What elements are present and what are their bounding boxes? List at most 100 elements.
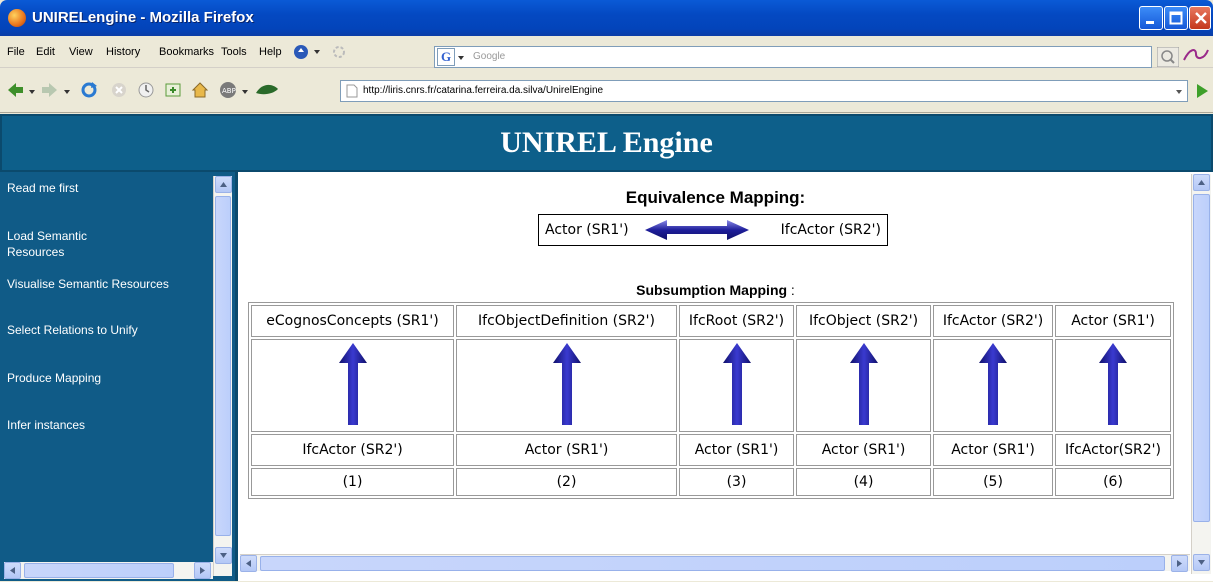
table-cell bbox=[456, 339, 677, 432]
scroll-thumb[interactable] bbox=[1193, 194, 1210, 522]
sidebar-item-visualise[interactable]: Visualise Semantic Resources bbox=[7, 276, 172, 292]
search-placeholder: Google bbox=[473, 51, 506, 62]
scroll-down-button[interactable] bbox=[215, 547, 232, 564]
scroll-left-button[interactable] bbox=[4, 562, 21, 579]
menu-help[interactable]: Help bbox=[259, 46, 282, 58]
chevron-down-icon[interactable] bbox=[313, 48, 321, 56]
table-cell: (3) bbox=[679, 468, 794, 496]
chevron-down-icon[interactable] bbox=[63, 88, 71, 96]
subsumption-title-text: Subsumption Mapping bbox=[636, 282, 788, 298]
main-content: Equivalence Mapping: Actor (SR1') IfcAct… bbox=[238, 172, 1213, 581]
firefox-icon bbox=[8, 9, 26, 27]
subsumption-title: Subsumption Mapping : bbox=[238, 282, 1193, 298]
clock-icon[interactable] bbox=[137, 81, 155, 99]
table-cell: IfcObjectDefinition (SR2') bbox=[456, 305, 677, 337]
table-cell: (4) bbox=[796, 468, 931, 496]
equivalence-left: Actor (SR1') bbox=[545, 222, 629, 238]
chevron-down-icon[interactable] bbox=[241, 88, 249, 96]
table-cell: Actor (SR1') bbox=[933, 434, 1053, 466]
menu-bookmarks[interactable]: Bookmarks bbox=[159, 46, 214, 58]
stop-icon[interactable] bbox=[110, 81, 128, 99]
svg-text:ABP: ABP bbox=[222, 87, 236, 95]
sidebar-item-select[interactable]: Select Relations to Unify bbox=[7, 322, 207, 338]
table-cell bbox=[796, 339, 931, 432]
go-icon[interactable] bbox=[1194, 82, 1210, 100]
page-title: UNIREL Engine bbox=[500, 126, 713, 159]
table-cell: Actor (SR1') bbox=[796, 434, 931, 466]
table-cell: IfcActor (SR2') bbox=[933, 305, 1053, 337]
chevron-down-icon[interactable] bbox=[1175, 88, 1183, 96]
up-arrow-shape bbox=[849, 342, 878, 425]
sidebar-item-produce[interactable]: Produce Mapping bbox=[7, 370, 207, 386]
settings-gear-icon[interactable] bbox=[332, 45, 346, 59]
sidebar: Read me first Load Semantic Resources Vi… bbox=[0, 172, 238, 581]
up-arrow-icon bbox=[979, 342, 1007, 425]
up-arrow-icon bbox=[849, 342, 878, 425]
table-cell: IfcActor (SR2') bbox=[251, 434, 454, 466]
window-title: UNIRELengine - Mozilla Firefox bbox=[32, 9, 254, 26]
scroll-thumb[interactable] bbox=[215, 196, 231, 536]
content-horizontal-scrollbar[interactable] bbox=[240, 554, 1190, 572]
sync-icon[interactable] bbox=[293, 44, 309, 60]
url-bar[interactable]: http://liris.cnrs.fr/catarina.ferreira.d… bbox=[340, 80, 1188, 102]
scroll-right-button[interactable] bbox=[194, 562, 211, 579]
chevron-down-icon[interactable] bbox=[28, 88, 36, 96]
equivalence-right: IfcActor (SR2') bbox=[780, 222, 881, 238]
menu-edit[interactable]: Edit bbox=[36, 46, 55, 58]
sidebar-item-infer[interactable]: Infer instances bbox=[7, 417, 207, 433]
up-arrow-icon bbox=[338, 342, 367, 425]
chevron-down-icon[interactable] bbox=[457, 54, 465, 62]
table-cell: Actor (SR1') bbox=[1055, 305, 1171, 337]
scroll-up-button[interactable] bbox=[215, 176, 232, 193]
leaf-icon[interactable] bbox=[254, 81, 280, 99]
scroll-left-button[interactable] bbox=[240, 555, 257, 572]
scroll-thumb[interactable] bbox=[24, 563, 174, 578]
back-icon[interactable] bbox=[6, 81, 24, 99]
table-cell: Actor (SR1') bbox=[456, 434, 677, 466]
table-row: eCognosConcepts (SR1') IfcObjectDefiniti… bbox=[251, 305, 1171, 337]
scroll-down-button[interactable] bbox=[1193, 554, 1210, 571]
table-cell: (2) bbox=[456, 468, 677, 496]
menu-file[interactable]: File bbox=[7, 46, 25, 58]
subsumption-colon: : bbox=[787, 282, 795, 298]
table-cell: IfcRoot (SR2') bbox=[679, 305, 794, 337]
forward-icon[interactable] bbox=[41, 81, 59, 99]
menu-history[interactable]: History bbox=[106, 46, 140, 58]
search-icon[interactable] bbox=[1157, 47, 1179, 67]
adblock-icon[interactable]: ABP bbox=[219, 81, 237, 99]
page-header: UNIREL Engine bbox=[0, 114, 1213, 172]
sidebar-item-load[interactable]: Load Semantic Resources bbox=[7, 228, 147, 260]
up-arrow-shape bbox=[979, 342, 1007, 425]
table-cell bbox=[933, 339, 1053, 432]
scroll-thumb[interactable] bbox=[260, 556, 1165, 571]
sidebar-item-read-me[interactable]: Read me first bbox=[7, 180, 207, 196]
equivalence-box: Actor (SR1') IfcActor (SR2') bbox=[538, 214, 888, 246]
scroll-up-button[interactable] bbox=[1193, 174, 1210, 191]
url-text: http://liris.cnrs.fr/catarina.ferreira.d… bbox=[363, 85, 604, 96]
up-arrow-icon bbox=[722, 342, 751, 425]
reload-icon[interactable] bbox=[80, 81, 98, 99]
bookmark-add-icon[interactable] bbox=[164, 81, 182, 99]
table-cell: (6) bbox=[1055, 468, 1171, 496]
table-row: (1) (2) (3) (4) (5) (6) bbox=[251, 468, 1171, 496]
table-cell: (5) bbox=[933, 468, 1053, 496]
home-icon[interactable] bbox=[191, 81, 209, 99]
minimize-button[interactable] bbox=[1139, 6, 1163, 30]
scroll-right-button[interactable] bbox=[1171, 555, 1188, 572]
table-cell: IfcObject (SR2') bbox=[796, 305, 931, 337]
menu-tools[interactable]: Tools bbox=[221, 46, 247, 58]
table-row bbox=[251, 339, 1171, 432]
content-vertical-scrollbar[interactable] bbox=[1191, 174, 1211, 574]
up-arrow-shape bbox=[338, 342, 367, 425]
search-box[interactable]: G Google bbox=[434, 46, 1179, 68]
google-icon[interactable]: G bbox=[437, 48, 455, 66]
sidebar-horizontal-scrollbar[interactable] bbox=[4, 562, 213, 579]
table-cell bbox=[679, 339, 794, 432]
maximize-button[interactable] bbox=[1164, 6, 1188, 30]
subsumption-table: eCognosConcepts (SR1') IfcObjectDefiniti… bbox=[248, 302, 1174, 499]
up-arrow-icon bbox=[552, 342, 581, 425]
close-button[interactable] bbox=[1189, 6, 1211, 30]
menu-view[interactable]: View bbox=[69, 46, 93, 58]
sidebar-vertical-scrollbar[interactable] bbox=[213, 176, 232, 576]
scissors-icon[interactable] bbox=[1182, 44, 1210, 66]
